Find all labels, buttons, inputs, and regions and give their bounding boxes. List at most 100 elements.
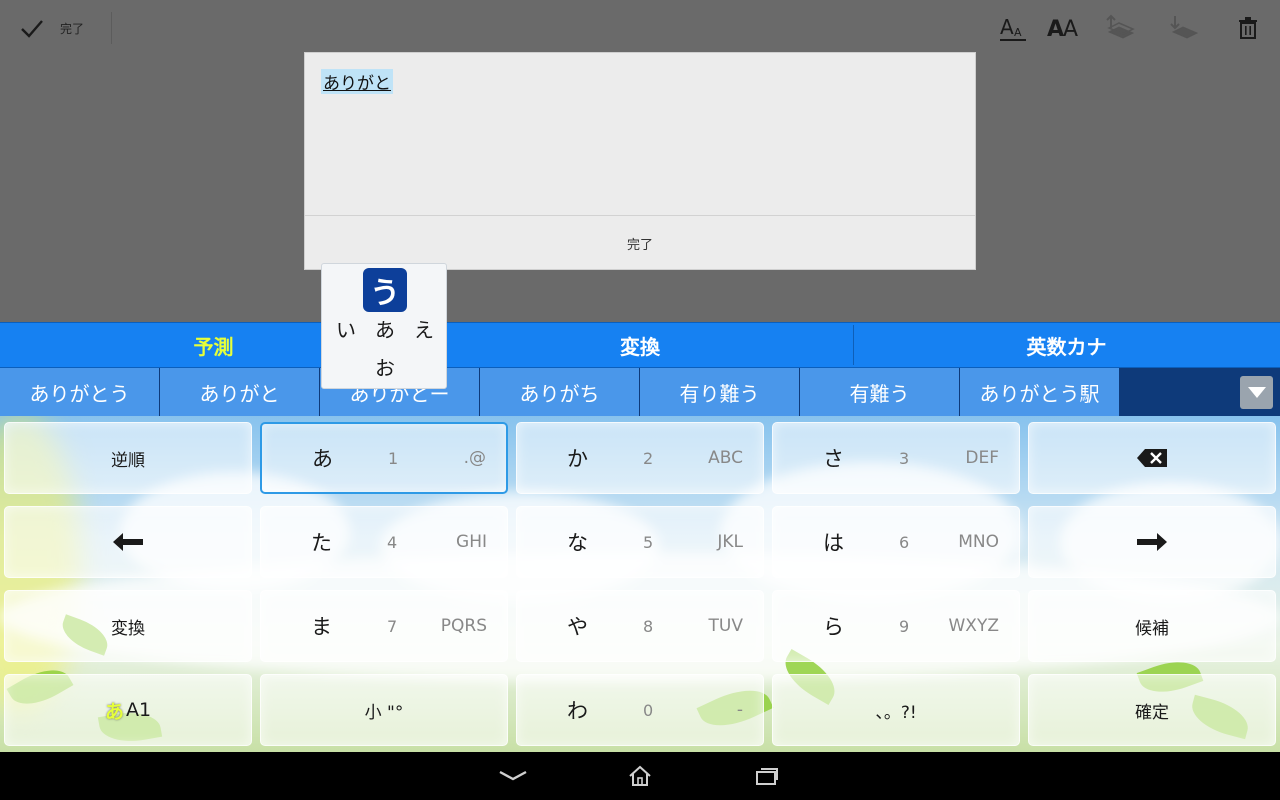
key-kana: や <box>567 615 588 639</box>
key-ma[interactable]: ま 7 PQRS <box>260 590 508 662</box>
convert-key[interactable]: 変換 <box>4 590 252 662</box>
candidate-item[interactable]: 有り難う <box>640 368 799 416</box>
small-dakuten-key[interactable]: 小 "° <box>260 674 508 746</box>
confirm-key-label: 確定 <box>1135 702 1169 723</box>
key-ra[interactable]: ら 9 WXYZ <box>772 590 1020 662</box>
send-backward-icon[interactable] <box>1166 12 1200 44</box>
key-ya[interactable]: や 8 TUV <box>516 590 764 662</box>
text-input-dialog: ありがと 完了 <box>304 52 976 270</box>
key-kana: た <box>311 531 332 555</box>
punctuation-key-label: 、。?! <box>875 702 917 723</box>
key-alpha: TUV <box>708 616 743 636</box>
tab-conversion-label: 変換 <box>620 334 660 359</box>
key-number: 7 <box>387 616 398 636</box>
key-kana: か <box>567 447 588 471</box>
text-size-small-icon[interactable]: A A <box>996 12 1030 44</box>
flick-bottom-char: お <box>375 356 395 380</box>
ime-keyboard: 予測 変換 英数カナ ありがとう ありがと ありがとー ありがち 有り難う 有難… <box>0 322 1280 752</box>
flick-left-char: い <box>336 318 356 342</box>
reverse-key[interactable]: 逆順 <box>4 422 252 494</box>
input-mode-key[interactable]: あ A1 <box>4 674 252 746</box>
expand-candidates-button[interactable] <box>1240 376 1273 409</box>
candidates-key-label: 候補 <box>1135 618 1169 639</box>
check-icon <box>21 20 43 38</box>
svg-text:A: A <box>1014 26 1022 39</box>
flick-selected-char: う <box>363 268 407 312</box>
key-number: 0 <box>643 700 654 720</box>
text-input-field[interactable]: ありがと <box>321 69 393 94</box>
key-a[interactable]: あ 1 .@ <box>260 422 508 494</box>
svg-text:A: A <box>1000 15 1014 39</box>
chevron-down-icon <box>1247 386 1266 398</box>
flick-right-char: え <box>414 318 434 342</box>
key-number: 1 <box>388 448 399 468</box>
backspace-icon <box>1137 449 1167 467</box>
key-kana: さ <box>823 447 844 471</box>
done-action[interactable]: 完了 <box>0 0 112 56</box>
candidate-bar: ありがとう ありがと ありがとー ありがち 有り難う 有難う ありがとう駅 <box>0 368 1280 416</box>
dialog-done-button[interactable]: 完了 <box>305 216 975 270</box>
candidate-item[interactable]: ありがとう駅 <box>960 368 1119 416</box>
key-number: 9 <box>899 616 910 636</box>
key-number: 6 <box>899 532 910 552</box>
tab-conversion[interactable]: 変換 <box>427 323 853 367</box>
key-kana: ま <box>311 615 332 639</box>
key-sa[interactable]: さ 3 DEF <box>772 422 1020 494</box>
candidate-item[interactable]: 有難う <box>800 368 959 416</box>
cursor-left-key[interactable] <box>4 506 252 578</box>
key-ka[interactable]: か 2 ABC <box>516 422 764 494</box>
svg-text:A: A <box>1047 17 1064 42</box>
mode-kana-label: あ <box>104 700 124 723</box>
key-kana: ら <box>823 615 844 639</box>
key-number: 2 <box>643 448 654 468</box>
cursor-right-key[interactable] <box>1028 506 1276 578</box>
hide-keyboard-button[interactable] <box>489 760 537 792</box>
arrow-left-icon <box>113 533 143 551</box>
candidates-key[interactable]: 候補 <box>1028 590 1276 662</box>
confirm-key[interactable]: 確定 <box>1028 674 1276 746</box>
key-alpha: GHI <box>456 532 487 552</box>
tab-prediction-label: 予測 <box>193 334 234 359</box>
key-alpha: MNO <box>958 532 999 552</box>
bring-forward-icon[interactable] <box>1102 12 1136 44</box>
done-label: 完了 <box>60 22 85 36</box>
recent-apps-button[interactable] <box>743 760 791 792</box>
key-alpha: PQRS <box>440 616 487 636</box>
convert-key-label: 変換 <box>111 618 145 639</box>
flick-input-popup: う い あ え お <box>321 263 447 389</box>
mode-alpha-label: A1 <box>125 699 152 721</box>
home-icon <box>629 765 651 786</box>
trash-icon[interactable] <box>1231 12 1265 44</box>
tab-alphanumeric-katakana[interactable]: 英数カナ <box>853 323 1280 367</box>
recent-apps-icon <box>756 768 778 785</box>
arrow-right-icon <box>1137 533 1167 551</box>
key-alpha: WXYZ <box>948 616 1000 636</box>
punctuation-key[interactable]: 、。?! <box>772 674 1020 746</box>
key-kana: は <box>823 531 844 555</box>
home-button[interactable] <box>616 760 664 792</box>
key-kana: な <box>567 531 588 555</box>
text-size-large-icon[interactable]: A A <box>1046 12 1080 44</box>
key-ha[interactable]: は 6 MNO <box>772 506 1020 578</box>
key-na[interactable]: な 5 JKL <box>516 506 764 578</box>
key-alpha: - <box>736 700 743 720</box>
action-bar: 完了 A A A A <box>0 0 1280 56</box>
key-wa[interactable]: わ 0 - <box>516 674 764 746</box>
key-ta[interactable]: た 4 GHI <box>260 506 508 578</box>
key-alpha: DEF <box>965 448 999 468</box>
candidate-item[interactable]: ありがとう <box>0 368 159 416</box>
svg-text:A: A <box>1063 17 1078 42</box>
system-navigation-bar <box>0 752 1280 800</box>
flick-mid-char: あ <box>375 318 395 342</box>
key-alpha: .@ <box>463 448 486 468</box>
divider <box>111 12 112 44</box>
conversion-mode-bar: 予測 変換 英数カナ <box>0 322 1280 368</box>
candidate-item[interactable]: ありがち <box>480 368 639 416</box>
key-number: 8 <box>643 616 654 636</box>
backspace-key[interactable] <box>1028 422 1276 494</box>
key-kana: わ <box>567 699 588 723</box>
key-alpha: JKL <box>717 532 743 552</box>
candidate-item[interactable]: ありがと <box>160 368 319 416</box>
key-kana: あ <box>312 447 333 471</box>
key-alpha: ABC <box>708 448 743 468</box>
